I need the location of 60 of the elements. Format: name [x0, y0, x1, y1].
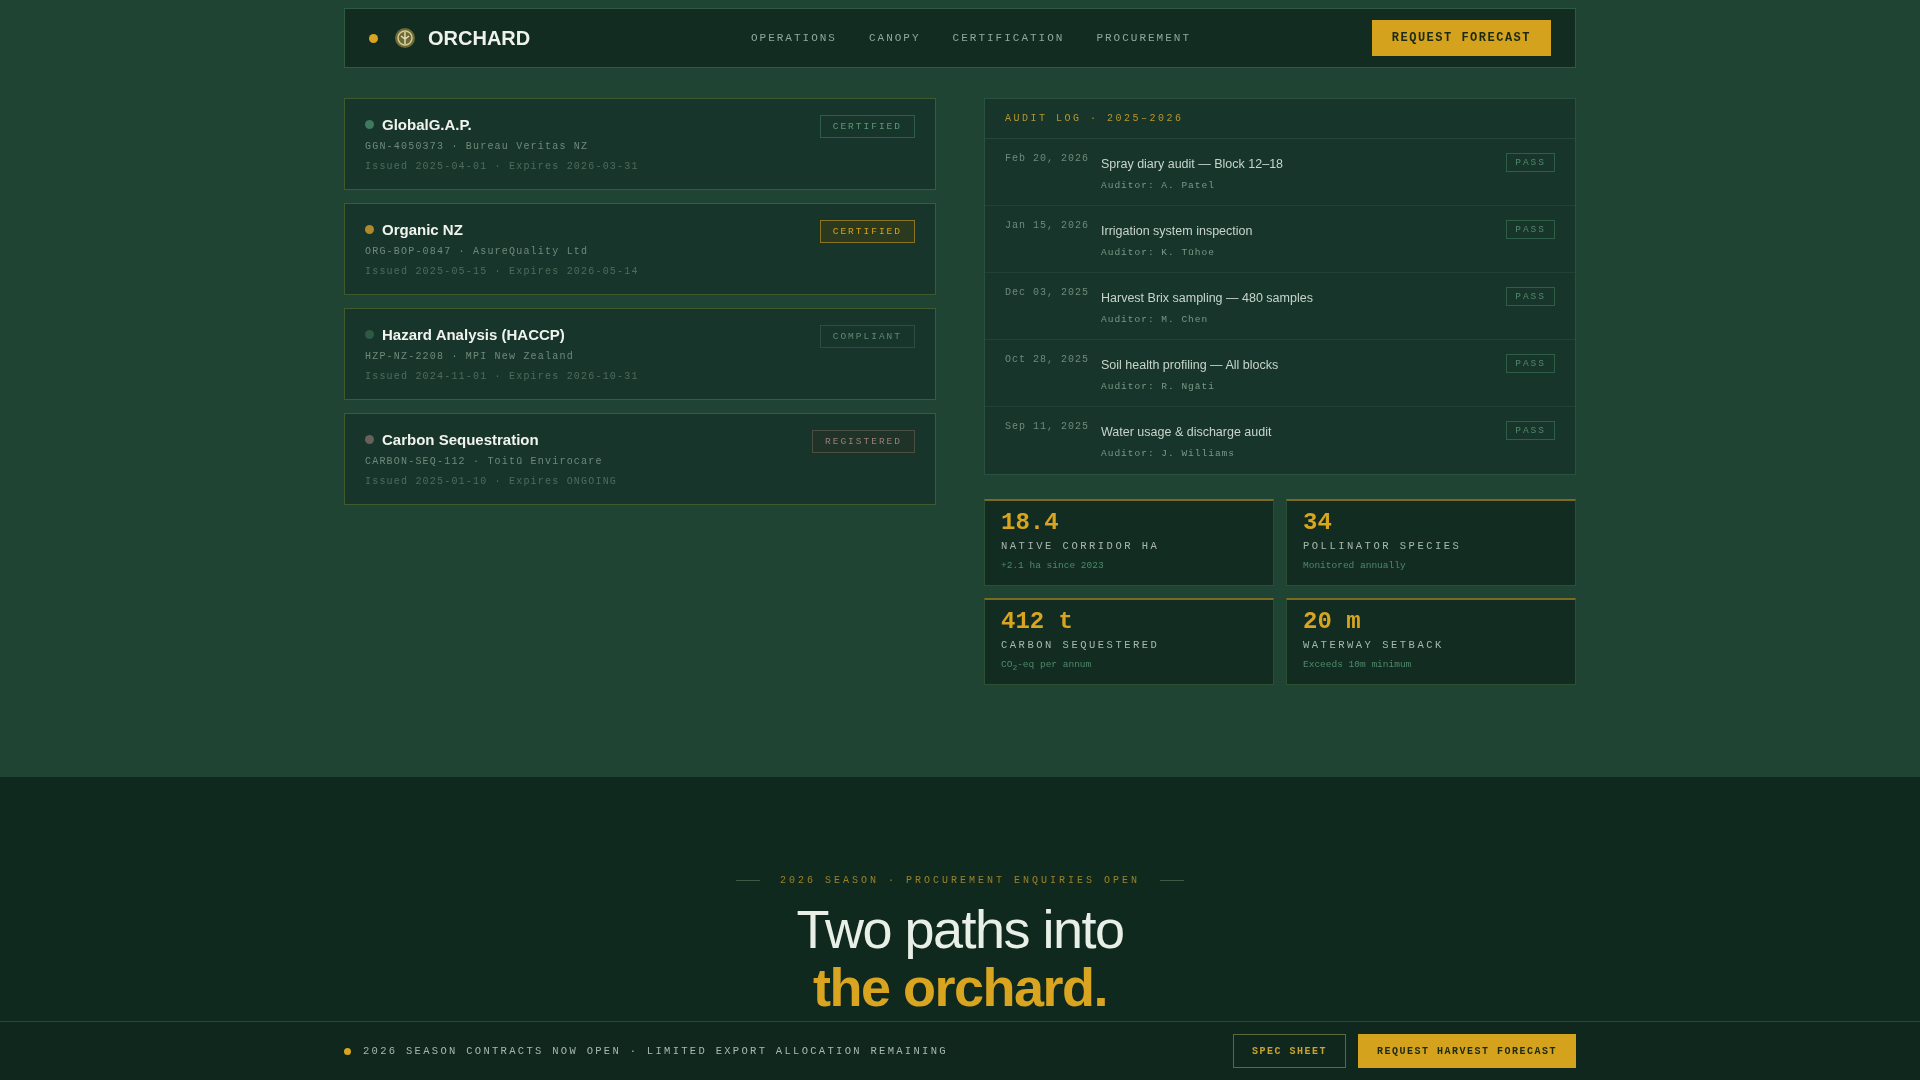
action-button[interactable]: REQUEST HARVEST FORECAST — [1357, 1034, 1576, 1068]
audit-title: Irrigation system inspection — [1101, 224, 1254, 238]
stat-value: 20 m — [1303, 608, 1362, 635]
stat-value: 34 — [1303, 509, 1333, 536]
section-heading-highlight: the orchard. — [811, 958, 1109, 1016]
stat-value: 18.4 — [1001, 509, 1060, 536]
certification-name: Hazard Analysis (HACCP) — [382, 326, 565, 343]
stat-label: WATERWAY SETBACK — [1303, 639, 1445, 651]
pass-badge: PASS — [1506, 354, 1555, 373]
status-badge: CERTIFIED — [819, 115, 915, 138]
stat-note: +2.1 ha since 2023 — [1001, 560, 1105, 571]
section-heading: Two paths into — [795, 900, 1125, 958]
status-badge: COMPLIANT — [819, 325, 915, 348]
pass-badge: PASS — [1506, 421, 1555, 440]
stat-note: Monitored annually — [1303, 560, 1407, 571]
audit-title: Soil health profiling — All blocks — [1101, 358, 1280, 372]
certification-name: Carbon Sequestration — [382, 431, 539, 448]
stat-value: 412 t — [1001, 608, 1074, 635]
audit-title: Harvest Brix sampling — 480 samples — [1101, 291, 1314, 305]
announcement-text: 2026 SEASON CONTRACTS NOW OPEN · LIMITED EXPORT ALLOCATION REMAINING — [363, 1045, 949, 1057]
action-button[interactable]: SPEC SHEET — [1232, 1034, 1346, 1068]
audit-title: Water usage & discharge audit — [1101, 425, 1273, 439]
pass-badge: PASS — [1506, 220, 1555, 239]
nav-link[interactable]: OPERATIONS — [750, 32, 837, 44]
certification-name: GlobalG.A.P. — [382, 116, 472, 133]
stat-label: POLLINATOR SPECIES — [1303, 540, 1463, 552]
auditor-name: Auditor: R. Ngāti — [1101, 381, 1216, 392]
certificate-number: ORG-BOP-0847 · AsureQuality Ltd — [365, 246, 590, 257]
stat-note: CO$_{2}$-eq per annum — [1001, 659, 1093, 672]
certificate-number: CARBON-SEQ-112 · Toitū Envirocare — [365, 456, 604, 467]
leaf-emblem-icon — [394, 27, 416, 49]
auditor-name: Auditor: J. Williams — [1101, 448, 1237, 459]
pass-badge: PASS — [1506, 287, 1555, 306]
audit-title: Spray diary audit — Block 12–18 — [1101, 157, 1285, 171]
status-badge: CERTIFIED — [819, 220, 915, 243]
auditor-name: Auditor: M. Chen — [1101, 314, 1210, 325]
nav-link[interactable]: CERTIFICATION — [952, 32, 1065, 44]
status-dot — [369, 33, 378, 43]
eyebrow-text: 2026 SEASON · PROCUREMENT ENQUIRIES OPEN — [779, 875, 1140, 886]
pass-badge: PASS — [1506, 153, 1555, 172]
certification-name: Organic NZ — [382, 221, 463, 238]
nav-link[interactable]: PROCUREMENT — [1096, 32, 1192, 44]
audit-date: Dec 03, 2025 — [1005, 287, 1090, 300]
brand-name: ORCHARD — [428, 26, 531, 50]
status-badge: REGISTERED — [812, 430, 915, 453]
audit-date: Feb 20, 2026 — [1005, 153, 1090, 166]
request-forecast-button[interactable]: REQUEST FORECAST — [1371, 20, 1551, 56]
stat-label: NATIVE CORRIDOR HA — [1001, 540, 1161, 552]
auditor-name: Auditor: A. Patel — [1101, 180, 1216, 191]
audit-date: Sep 11, 2025 — [1005, 421, 1090, 434]
certificate-number: HZP-NZ-2208 · MPI New Zealand — [365, 351, 575, 362]
audit-date: Oct 28, 2025 — [1005, 354, 1090, 367]
nav-link[interactable]: CANOPY — [868, 32, 921, 44]
status-dot — [344, 1047, 351, 1055]
audit-log-title: AUDIT LOG · 2025–2026 — [985, 99, 1575, 139]
certificate-number: GGN-4050373 · Bureau Veritas NZ — [365, 141, 590, 152]
stat-label: CARBON SEQUESTERED — [1001, 639, 1161, 651]
audit-date: Jan 15, 2026 — [1005, 220, 1090, 233]
stat-note: Exceeds 10m minimum — [1303, 659, 1413, 670]
auditor-name: Auditor: K. Tūhoe — [1101, 247, 1216, 258]
